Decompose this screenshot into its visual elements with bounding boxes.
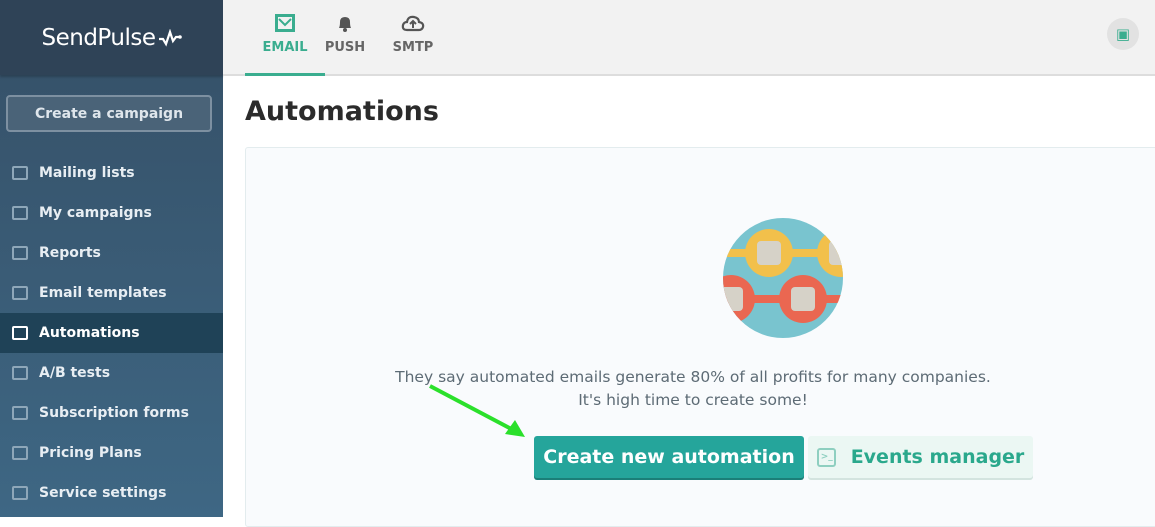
sidebar-item-pricing-plans[interactable]: Pricing Plans bbox=[0, 433, 223, 473]
sidebar-item-automations[interactable]: Automations bbox=[0, 313, 223, 353]
page-title: Automations bbox=[245, 96, 439, 127]
terminal-icon: >_ bbox=[816, 447, 836, 467]
automation-icon bbox=[12, 326, 28, 340]
bell-icon bbox=[339, 17, 351, 32]
create-campaign-button[interactable]: Create a campaign bbox=[6, 95, 212, 132]
split-icon bbox=[12, 366, 28, 380]
form-icon bbox=[12, 406, 28, 420]
sliders-icon bbox=[12, 486, 28, 500]
sidebar-menu: Mailing lists My campaigns Reports Email… bbox=[0, 153, 223, 513]
sidebar-item-my-campaigns[interactable]: My campaigns bbox=[0, 193, 223, 233]
events-manager-button[interactable]: >_ Events manager bbox=[808, 436, 1033, 478]
chart-icon bbox=[12, 246, 28, 260]
contacts-icon bbox=[12, 166, 28, 180]
upload-icon bbox=[12, 206, 28, 220]
top-bar: EMAIL PUSH SMTP ▣ bbox=[223, 0, 1155, 76]
automation-illustration bbox=[723, 218, 843, 338]
sidebar-item-service-settings[interactable]: Service settings bbox=[0, 473, 223, 513]
template-icon bbox=[12, 286, 28, 300]
logo[interactable]: SendPulse bbox=[0, 0, 223, 75]
pulse-icon bbox=[158, 28, 182, 47]
sidebar-item-reports[interactable]: Reports bbox=[0, 233, 223, 273]
green-arrow-annotation bbox=[429, 384, 525, 437]
sidebar-item-email-templates[interactable]: Email templates bbox=[0, 273, 223, 313]
sidebar: SendPulse Create a campaign Mailing list… bbox=[0, 0, 223, 517]
cloud-upload-icon bbox=[401, 15, 425, 32]
wallet-icon bbox=[12, 446, 28, 460]
sidebar-item-mailing-lists[interactable]: Mailing lists bbox=[0, 153, 223, 193]
sidebar-item-subscription-forms[interactable]: Subscription forms bbox=[0, 393, 223, 433]
empty-state-panel: They say automated emails generate 80% o… bbox=[245, 147, 1155, 527]
envelope-icon bbox=[275, 14, 295, 32]
create-new-automation-button[interactable]: Create new automation bbox=[534, 436, 804, 478]
gift-icon[interactable]: ▣ bbox=[1107, 18, 1139, 50]
tab-smtp[interactable]: SMTP bbox=[373, 0, 453, 76]
sidebar-item-ab-tests[interactable]: A/B tests bbox=[0, 353, 223, 393]
